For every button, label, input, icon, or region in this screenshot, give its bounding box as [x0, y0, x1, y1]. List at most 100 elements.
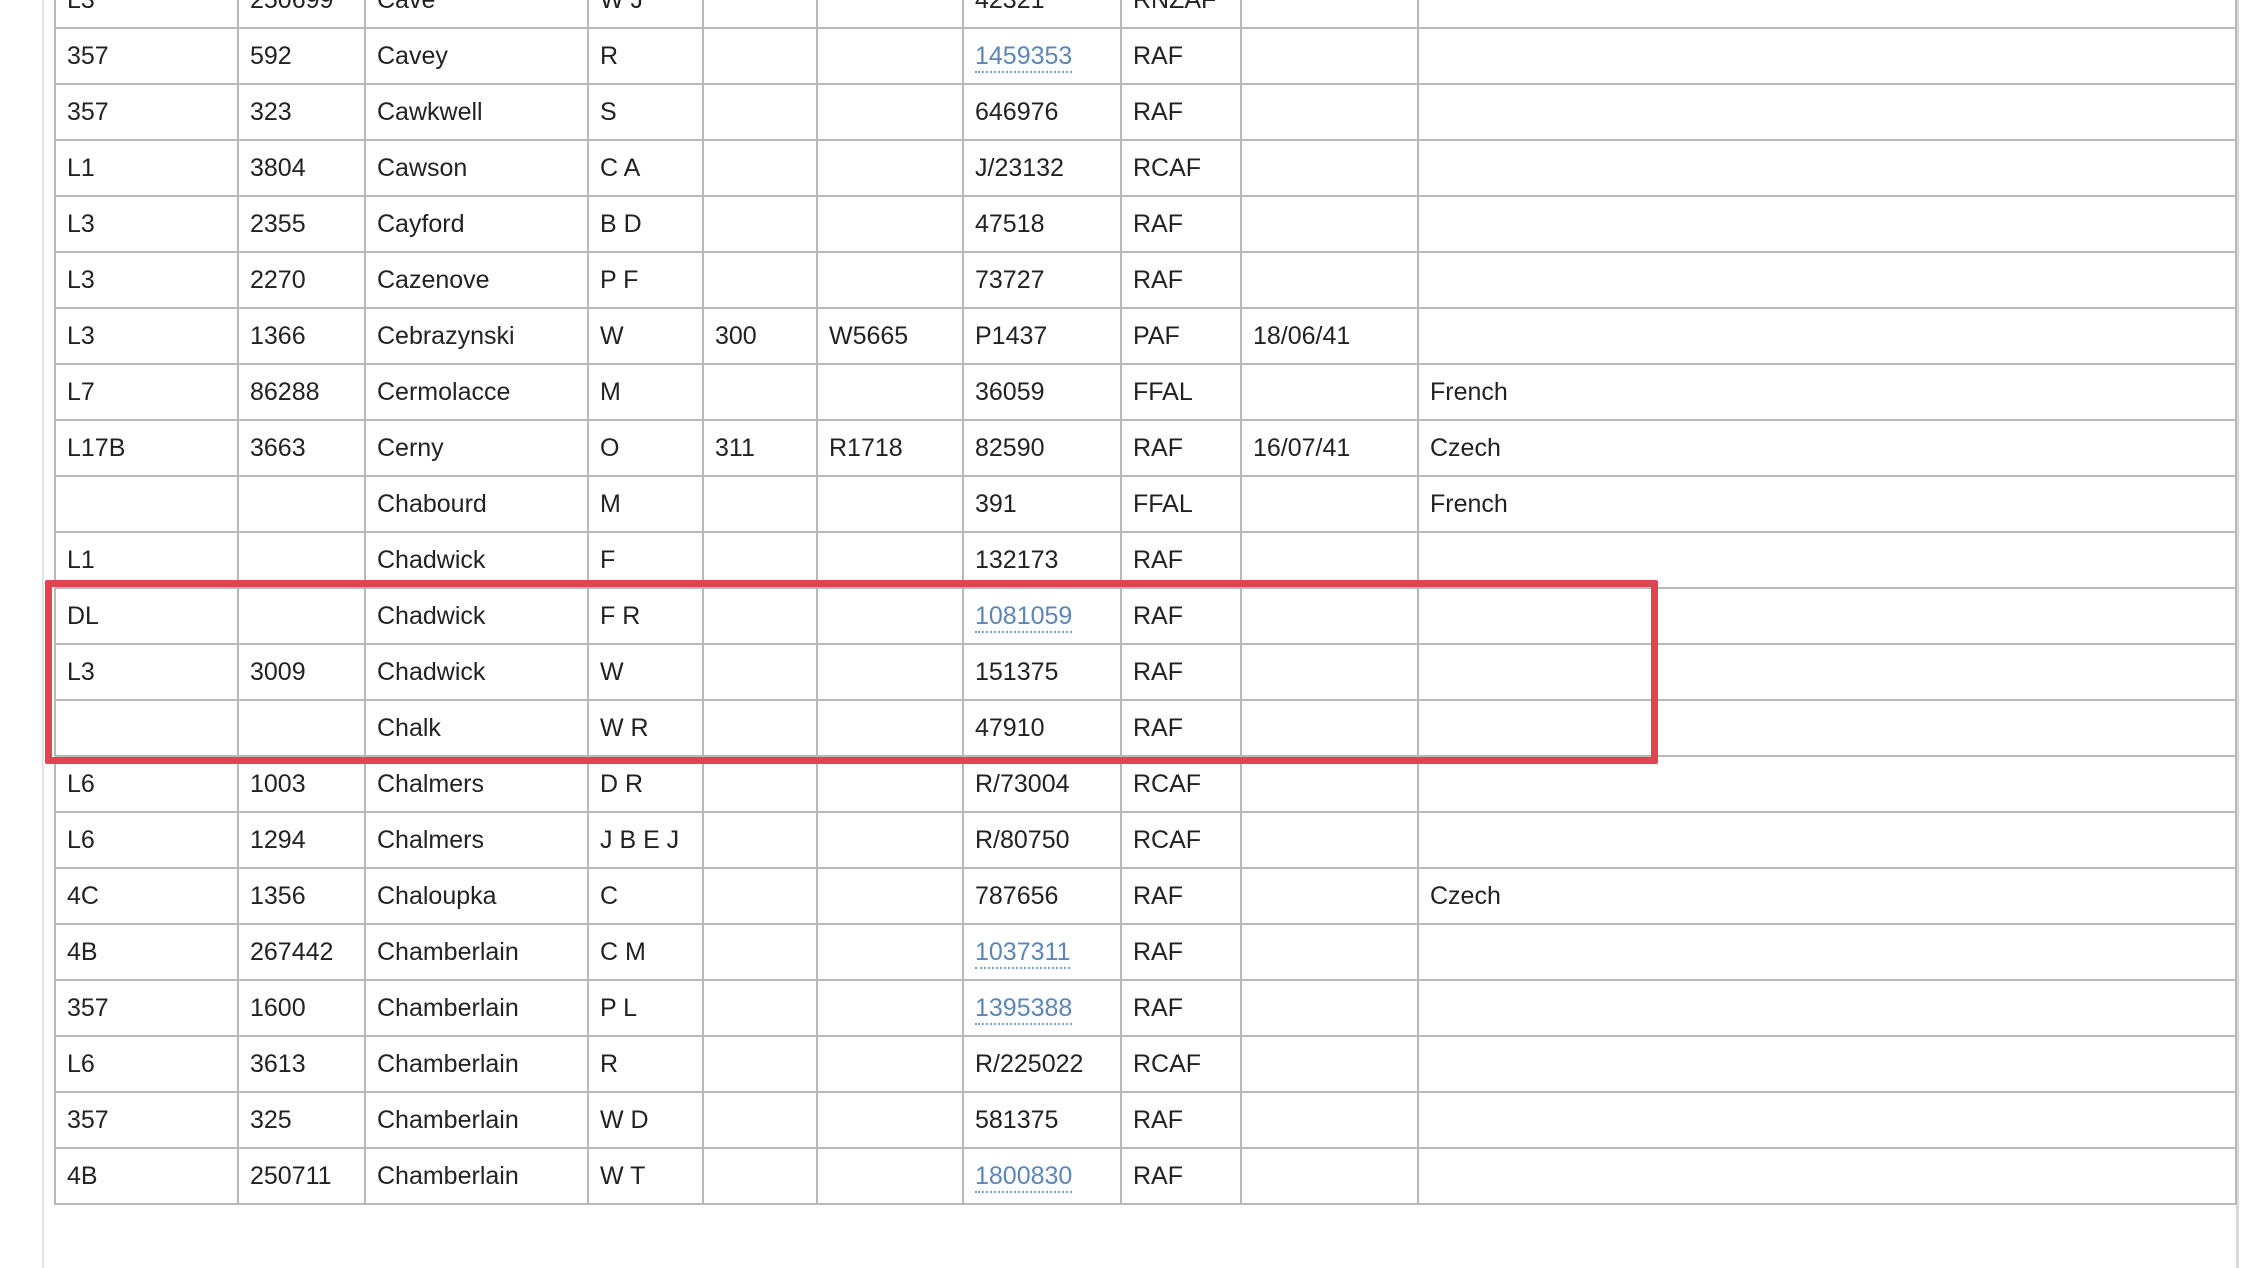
cell-date — [1240, 83, 1419, 141]
cell-nationality — [1417, 139, 2237, 197]
cell-initials: M — [587, 363, 704, 421]
cell-initials: R — [587, 27, 704, 85]
cell-nationality — [1417, 1147, 2237, 1205]
cell-air-force: RAF — [1120, 699, 1242, 757]
cell-surname: Cawkwell — [364, 83, 589, 141]
cell-code: L1 — [54, 139, 239, 197]
table-row: L7 86288 Cermolacce M 36059 FFAL French — [54, 363, 2237, 421]
cell-initials: W — [587, 643, 704, 701]
cell-nationality — [1417, 195, 2237, 253]
cell-code: 4B — [54, 1147, 239, 1205]
cell-surname: Cerny — [364, 419, 589, 477]
cell-squadron — [702, 83, 818, 141]
cell-number: 86288 — [237, 363, 366, 421]
cell-number: 325 — [237, 1091, 366, 1149]
cell-date — [1240, 27, 1419, 85]
cell-nationality — [1417, 531, 2237, 589]
cell-squadron — [702, 1147, 818, 1205]
cell-squadron — [702, 27, 818, 85]
cell-number: 250699 — [237, 0, 366, 29]
cell-service-number: R/73004 — [962, 755, 1122, 813]
cell-aircraft — [816, 1035, 964, 1093]
cell-initials: O — [587, 419, 704, 477]
cell-squadron — [702, 867, 818, 925]
cell-aircraft — [816, 0, 964, 29]
cell-air-force: RNZAF — [1120, 0, 1242, 29]
service-number-link[interactable]: 1037311 — [975, 937, 1071, 969]
cell-initials: P F — [587, 251, 704, 309]
table-row: L6 1294 Chalmers J B E J R/80750 RCAF — [54, 811, 2237, 869]
cell-service-number: 646976 — [962, 83, 1122, 141]
cell-surname: Chaloupka — [364, 867, 589, 925]
cell-number — [237, 587, 366, 645]
cell-squadron — [702, 195, 818, 253]
personnel-table: L3250699CaveW J42321RNZAF357592CaveyR145… — [54, 0, 2237, 1205]
cell-service-number: 1037311 — [962, 923, 1122, 981]
cell-service-number: 1395388 — [962, 979, 1122, 1037]
table-row: L3 3009 Chadwick W 151375 RAF — [54, 643, 2237, 701]
cell-number: 592 — [237, 27, 366, 85]
cell-number: 3613 — [237, 1035, 366, 1093]
cell-code: DL — [54, 587, 239, 645]
cell-aircraft — [816, 867, 964, 925]
service-number-link[interactable]: 1800830 — [975, 1161, 1073, 1193]
table-row: L3 2355 Cayford B D 47518 RAF — [54, 195, 2237, 253]
cell-aircraft: W5665 — [816, 307, 964, 365]
cell-code: 357 — [54, 979, 239, 1037]
cell-number: 2355 — [237, 195, 366, 253]
cell-date — [1240, 475, 1419, 533]
table-row: L1 3804 Cawson C A J/23132 RCAF — [54, 139, 2237, 197]
service-number-link[interactable]: 1081059 — [975, 601, 1073, 633]
cell-number: 1356 — [237, 867, 366, 925]
cell-surname: Chalmers — [364, 811, 589, 869]
cell-nationality — [1417, 587, 2237, 645]
cell-surname: Chadwick — [364, 587, 589, 645]
cell-air-force: RAF — [1120, 979, 1242, 1037]
cell-initials: W D — [587, 1091, 704, 1149]
table-row: L3 2270 Cazenove P F 73727 RAF — [54, 251, 2237, 309]
table-row: 4B 267442 Chamberlain C M 1037311 RAF — [54, 923, 2237, 981]
cell-surname: Chalk — [364, 699, 589, 757]
cell-date: 16/07/41 — [1240, 419, 1419, 477]
cell-code: L3 — [54, 195, 239, 253]
cell-air-force: RCAF — [1120, 811, 1242, 869]
cell-number: 2270 — [237, 251, 366, 309]
cell-number: 3804 — [237, 139, 366, 197]
cell-code: L1 — [54, 531, 239, 589]
cell-number: 1366 — [237, 307, 366, 365]
cell-date — [1240, 195, 1419, 253]
cell-squadron — [702, 475, 818, 533]
cell-nationality: French — [1417, 363, 2237, 421]
service-number-link[interactable]: 1459353 — [975, 41, 1073, 73]
cell-nationality — [1417, 83, 2237, 141]
cell-air-force: RAF — [1120, 1147, 1242, 1205]
cell-service-number: R/80750 — [962, 811, 1122, 869]
cell-nationality — [1417, 643, 2237, 701]
cell-number: 3663 — [237, 419, 366, 477]
cell-initials: F — [587, 531, 704, 589]
cell-surname: Chamberlain — [364, 979, 589, 1037]
cell-date — [1240, 1091, 1419, 1149]
cell-surname: Chamberlain — [364, 923, 589, 981]
cell-service-number: 47910 — [962, 699, 1122, 757]
table-row: 4B 250711 Chamberlain W T 1800830 RAF — [54, 1147, 2237, 1205]
cell-nationality — [1417, 979, 2237, 1037]
cell-date — [1240, 531, 1419, 589]
cell-nationality — [1417, 0, 2237, 29]
cell-service-number: 1800830 — [962, 1147, 1122, 1205]
table-row: 357 1600 Chamberlain P L 1395388 RAF — [54, 979, 2237, 1037]
cell-squadron — [702, 139, 818, 197]
cell-air-force: RAF — [1120, 27, 1242, 85]
service-number-link[interactable]: 1395388 — [975, 993, 1073, 1025]
cell-number — [237, 531, 366, 589]
cell-aircraft — [816, 531, 964, 589]
cell-date — [1240, 643, 1419, 701]
cell-number: 1294 — [237, 811, 366, 869]
cell-aircraft — [816, 811, 964, 869]
cell-aircraft — [816, 923, 964, 981]
cell-air-force: FFAL — [1120, 475, 1242, 533]
cell-air-force: RAF — [1120, 251, 1242, 309]
cell-date — [1240, 811, 1419, 869]
cell-number: 1003 — [237, 755, 366, 813]
cell-code: L6 — [54, 1035, 239, 1093]
